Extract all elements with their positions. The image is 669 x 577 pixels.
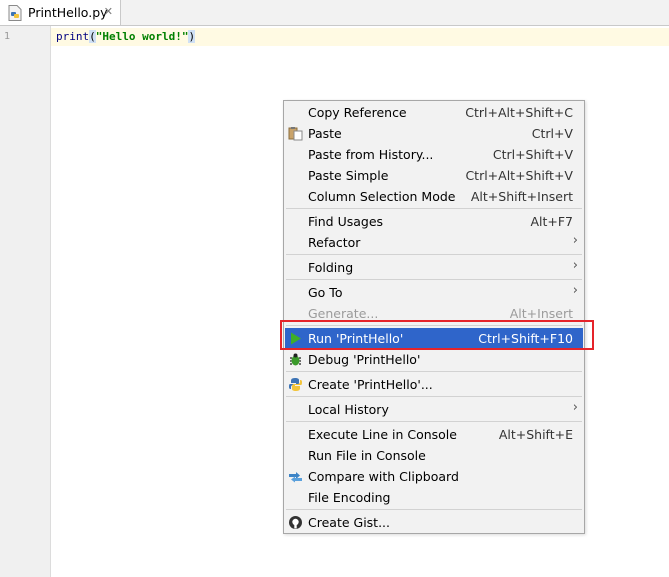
menu-separator <box>286 371 582 372</box>
menu-item-file-encoding[interactable]: File Encoding <box>285 487 583 508</box>
menu-item-shortcut: Ctrl+V <box>531 126 573 141</box>
github-icon <box>288 515 303 530</box>
menu-item-shortcut: Ctrl+Shift+V <box>492 147 573 162</box>
line-number: 1 <box>4 31 11 42</box>
menu-item-label: Refactor <box>308 235 361 250</box>
compare-icon <box>288 469 303 484</box>
menu-separator <box>286 254 582 255</box>
menu-separator <box>286 208 582 209</box>
python-icon <box>288 377 303 392</box>
menu-item-execute-line-in-console[interactable]: Execute Line in Console Alt+Shift+E <box>285 424 583 445</box>
menu-item-copy-reference[interactable]: Copy Reference Ctrl+Alt+Shift+C <box>285 102 583 123</box>
chevron-right-icon: › <box>572 233 578 248</box>
menu-item-label: Run File in Console <box>308 448 426 463</box>
menu-item-label: Find Usages <box>308 214 384 229</box>
menu-item-shortcut: Alt+Shift+E <box>498 427 573 442</box>
debug-icon <box>288 352 303 367</box>
menu-item-label: Paste <box>308 126 342 141</box>
menu-item-compare-with-clipboard[interactable]: Compare with Clipboard <box>285 466 583 487</box>
menu-item-label: Debug 'PrintHello' <box>308 352 421 367</box>
menu-item-label: Compare with Clipboard <box>308 469 459 484</box>
tab-printhello[interactable]: PrintHello.py ✕ <box>0 0 121 25</box>
code-open-paren: ( <box>89 30 96 43</box>
menu-item-column-selection-mode[interactable]: Column Selection Mode Alt+Shift+Insert <box>285 186 583 207</box>
menu-item-shortcut: Alt+Shift+Insert <box>470 189 573 204</box>
menu-item-debug-printhello[interactable]: Debug 'PrintHello' <box>285 349 583 370</box>
menu-item-shortcut: Ctrl+Alt+Shift+V <box>465 168 573 183</box>
menu-item-paste-from-history[interactable]: Paste from History... Ctrl+Shift+V <box>285 144 583 165</box>
menu-item-shortcut: Alt+Insert <box>509 306 573 321</box>
menu-item-label: Column Selection Mode <box>308 189 456 204</box>
menu-item-shortcut: Alt+F7 <box>530 214 573 229</box>
menu-item-folding[interactable]: Folding › <box>285 257 583 278</box>
menu-item-go-to[interactable]: Go To › <box>285 282 583 303</box>
menu-item-run-file-in-console[interactable]: Run File in Console <box>285 445 583 466</box>
code-close-paren: ) <box>188 30 196 43</box>
menu-item-shortcut: Ctrl+Alt+Shift+C <box>465 105 573 120</box>
highlight-box <box>280 320 594 350</box>
menu-item-refactor[interactable]: Refactor › <box>285 232 583 253</box>
menu-item-paste-simple[interactable]: Paste Simple Ctrl+Alt+Shift+V <box>285 165 583 186</box>
code-line[interactable]: print("Hello world!") <box>56 30 196 43</box>
python-file-icon <box>8 4 22 21</box>
code-function: print <box>56 30 90 43</box>
menu-separator <box>286 279 582 280</box>
line-gutter <box>0 26 51 577</box>
menu-item-create-gist[interactable]: Create Gist... <box>285 512 583 533</box>
code-string: "Hello world!" <box>95 30 189 43</box>
menu-item-label: Create 'PrintHello'... <box>308 377 433 392</box>
menu-separator <box>286 421 582 422</box>
menu-item-label: Folding <box>308 260 354 275</box>
editor-tab-bar: PrintHello.py ✕ <box>0 0 669 26</box>
menu-item-label: Local History <box>308 402 389 417</box>
menu-item-label: Execute Line in Console <box>308 427 457 442</box>
menu-item-label: Copy Reference <box>308 105 407 120</box>
chevron-right-icon: › <box>572 400 578 415</box>
editor-context-menu: Copy Reference Ctrl+Alt+Shift+C Paste Ct… <box>283 100 585 534</box>
menu-item-label: Paste from History... <box>308 147 434 162</box>
menu-item-label: File Encoding <box>308 490 391 505</box>
tab-title: PrintHello.py <box>28 5 108 20</box>
menu-separator <box>286 396 582 397</box>
chevron-right-icon: › <box>572 258 578 273</box>
close-icon[interactable]: ✕ <box>104 6 113 18</box>
chevron-right-icon: › <box>572 283 578 298</box>
menu-item-label: Go To <box>308 285 343 300</box>
menu-item-create-printhello[interactable]: Create 'PrintHello'... <box>285 374 583 395</box>
menu-item-label: Create Gist... <box>308 515 391 530</box>
menu-item-label: Generate... <box>308 306 379 321</box>
clipboard-icon <box>288 126 303 141</box>
menu-item-local-history[interactable]: Local History › <box>285 399 583 420</box>
menu-separator <box>286 509 582 510</box>
menu-item-paste[interactable]: Paste Ctrl+V <box>285 123 583 144</box>
menu-item-label: Paste Simple <box>308 168 389 183</box>
menu-item-find-usages[interactable]: Find Usages Alt+F7 <box>285 211 583 232</box>
